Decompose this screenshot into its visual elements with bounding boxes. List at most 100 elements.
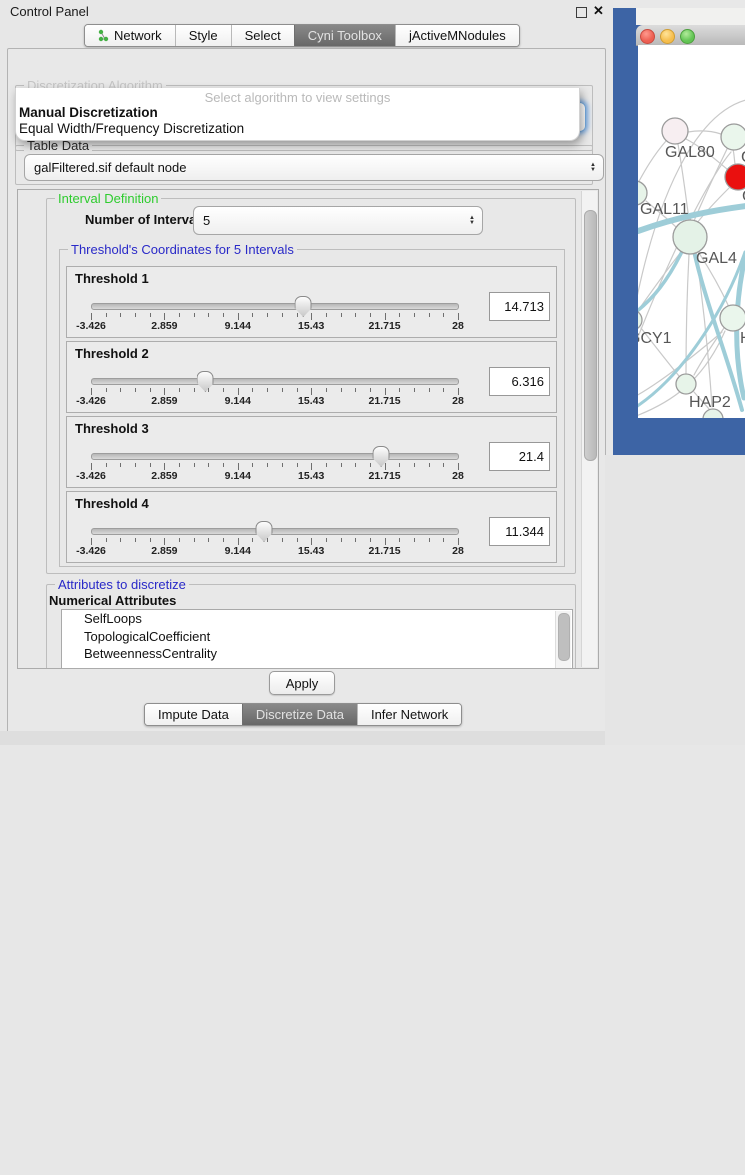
network-edge[interactable] [697, 188, 729, 223]
tab-label: Select [245, 28, 281, 43]
algorithm-option[interactable]: Manual Discretization [19, 105, 158, 120]
tab-label: jActiveMNodules [409, 28, 506, 43]
settings-scrollbar-thumb[interactable] [584, 210, 597, 461]
tab-infer-network[interactable]: Infer Network [357, 704, 461, 725]
attributes-group: Attributes to discretize Numerical Attri… [46, 584, 576, 669]
threshold-value-field[interactable]: 21.4 [489, 442, 550, 471]
control-panel-title: Control Panel [10, 4, 89, 19]
threshold-value-field[interactable]: 6.316 [489, 367, 550, 396]
tab-network[interactable]: Network [85, 25, 175, 46]
tick-label: -3.426 [76, 470, 106, 482]
attributes-list-scrollbar-thumb[interactable] [558, 613, 570, 661]
attribute-item[interactable]: BetweennessCentrality [62, 645, 572, 663]
network-edge[interactable] [638, 141, 666, 183]
number-of-intervals-select[interactable]: 5 ▲▼ [193, 206, 483, 235]
tab-style[interactable]: Style [175, 25, 231, 46]
thresholds-group: Threshold's Coordinates for 5 Intervals … [59, 249, 565, 567]
threshold-label: Threshold 1 [75, 271, 149, 286]
network-node-label: H [740, 330, 745, 347]
tab-select[interactable]: Select [231, 25, 294, 46]
network-node[interactable] [662, 118, 688, 144]
tick-label: 28 [452, 320, 464, 332]
network-node[interactable] [720, 305, 745, 331]
tick-label: 21.715 [369, 470, 401, 482]
float-window-icon[interactable] [576, 7, 587, 18]
tab-label: Impute Data [158, 707, 229, 722]
control-panel-titlebar: Control Panel ✕ [0, 0, 612, 23]
table-data-select[interactable]: galFiltered.sif default node ▲▼ [24, 154, 604, 181]
network-node-label: GAL80 [665, 144, 715, 161]
network-node[interactable] [721, 124, 745, 150]
network-view-canvas[interactable]: GAL80G.CGAL11GAL4GCY1HHAP2 [638, 45, 745, 418]
algorithm-popup-hint: Select algorithm to view settings [16, 90, 579, 105]
tick-label: 21.715 [369, 395, 401, 407]
tick-label: 9.144 [225, 470, 251, 482]
tab-jactivemnodules[interactable]: jActiveMNodules [395, 25, 519, 46]
threshold-slider[interactable] [91, 378, 459, 385]
tick-label: 15.43 [298, 470, 324, 482]
tick-label: 9.144 [225, 320, 251, 332]
tick-label: 2.859 [151, 395, 177, 407]
network-node[interactable] [676, 374, 696, 394]
number-of-intervals-value: 5 [203, 213, 210, 228]
tick-label: 21.715 [369, 545, 401, 557]
threshold-slider[interactable] [91, 453, 459, 460]
numerical-attributes-list[interactable]: SelfLoopsTopologicalCoefficientBetweenne… [61, 609, 573, 669]
interval-definition-group-title: Interval Definition [55, 191, 161, 206]
control-panel-tabs: Network Style Select Cyni Toolbox jActiveMNo… [84, 24, 520, 47]
network-node-label: GAL11 [640, 201, 689, 218]
tab-impute-data[interactable]: Impute Data [145, 704, 242, 725]
tick-label: 2.859 [151, 470, 177, 482]
threshold-value-field[interactable]: 14.713 [489, 292, 550, 321]
network-node[interactable] [725, 164, 745, 190]
zoom-traffic-light-icon[interactable] [680, 29, 695, 44]
attribute-item[interactable]: SelfLoops [62, 610, 572, 628]
combo-stepper-icon: ▲▼ [469, 207, 475, 234]
threshold-block: Threshold 3-3.4262.8599.14415.4321.71528… [66, 416, 557, 488]
attribute-item[interactable]: TopologicalCoefficient [62, 628, 572, 646]
tab-cyni-toolbox[interactable]: Cyni Toolbox [294, 25, 395, 46]
network-edge[interactable] [688, 131, 721, 134]
network-edge[interactable] [733, 150, 735, 164]
minimize-traffic-light-icon[interactable] [660, 29, 675, 44]
thresholds-group-title: Threshold's Coordinates for 5 Intervals [68, 242, 297, 257]
network-icon [98, 29, 109, 42]
tab-label: Discretize Data [256, 707, 344, 722]
tick-label: -3.426 [76, 320, 106, 332]
tab-discretize-data[interactable]: Discretize Data [242, 704, 357, 725]
tick-label: -3.426 [76, 545, 106, 557]
network-node-label: HAP2 [689, 394, 731, 411]
threshold-slider[interactable] [91, 528, 459, 535]
tick-label: 28 [452, 545, 464, 557]
tick-label: 2.859 [151, 545, 177, 557]
apply-button[interactable]: Apply [269, 671, 335, 695]
tick-label: 15.43 [298, 395, 324, 407]
network-node[interactable] [673, 220, 707, 254]
tick-label: 9.144 [225, 395, 251, 407]
combo-stepper-icon: ▲▼ [590, 155, 596, 180]
threshold-value-field[interactable]: 11.344 [489, 517, 550, 546]
tab-label: Network [114, 28, 162, 43]
settings-scrollbar[interactable] [581, 191, 597, 667]
cyni-bottom-tabs: Impute Data Discretize Data Infer Network [144, 703, 462, 726]
close-traffic-light-icon[interactable] [640, 29, 655, 44]
screen: Control Panel ✕ Network Style Select Cyni T… [0, 0, 745, 745]
threshold-label: Threshold 2 [75, 346, 149, 361]
slider-ticks [91, 312, 458, 320]
threshold-label: Threshold 4 [75, 496, 149, 511]
tick-label: 9.144 [225, 545, 251, 557]
network-node-label: G. [741, 149, 745, 166]
slider-ticks [91, 462, 458, 470]
threshold-slider[interactable] [91, 303, 459, 310]
network-node-label: GAL4 [696, 250, 737, 267]
slider-tick-labels: -3.4262.8599.14415.4321.71528 [91, 320, 458, 332]
close-icon[interactable]: ✕ [593, 3, 604, 19]
attributes-group-title: Attributes to discretize [55, 577, 189, 592]
attributes-list-scrollbar[interactable] [555, 611, 571, 669]
tab-label: Cyni Toolbox [308, 28, 382, 43]
tick-label: 2.859 [151, 320, 177, 332]
number-of-intervals-label: Number of Intervals [85, 212, 207, 227]
algorithm-option[interactable]: Equal Width/Frequency Discretization [19, 121, 244, 136]
numerical-attributes-label: Numerical Attributes [49, 593, 176, 608]
tab-label: Style [189, 28, 218, 43]
